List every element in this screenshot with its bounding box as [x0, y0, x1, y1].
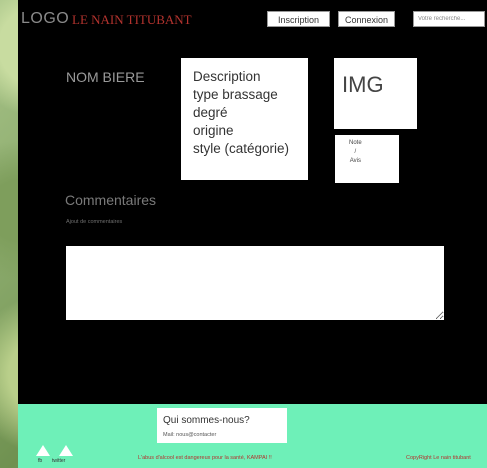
facebook-label[interactable]: fb [38, 458, 42, 464]
twitter-icon[interactable] [59, 445, 73, 456]
about-title: Qui sommes-nous? [163, 415, 250, 426]
search-input[interactable] [413, 11, 485, 27]
description-line: degré [193, 105, 228, 120]
connexion-button[interactable]: Connexion [338, 11, 395, 27]
beer-name: NOM BIERE [66, 69, 145, 85]
about-mail[interactable]: Mail: nous@contacter [163, 432, 216, 438]
note-text: Note / Avis [349, 139, 362, 166]
note-label: Note [349, 140, 362, 146]
about-box[interactable]: Qui sommes-nous? Mail: nous@contacter [157, 408, 287, 443]
description-line: type brassage [193, 87, 278, 102]
description-line: origine [193, 123, 234, 138]
note-separator: / [354, 149, 357, 155]
description-line: style (catégorie) [193, 141, 290, 156]
note-box[interactable]: Note / Avis [335, 135, 399, 183]
avis-label: Avis [349, 158, 361, 164]
facebook-icon[interactable] [36, 445, 50, 456]
brand-name[interactable]: LE NAIN TITUBANT [72, 12, 192, 28]
twitter-label[interactable]: twitter [52, 458, 65, 464]
image-label: IMG [342, 72, 384, 97]
description-box: Description type brassage degré origine … [181, 58, 308, 180]
comments-subtitle: Ajout de commentaires [66, 219, 123, 225]
comments-title: Commentaires [65, 192, 157, 208]
alcohol-warning: L'abus d'alcool est dangereux pour la sa… [138, 455, 272, 461]
inscription-button[interactable]: Inscription [267, 11, 330, 27]
comment-input[interactable] [66, 246, 444, 320]
logo[interactable]: LOGO [21, 10, 69, 28]
copyright: CopyRight Le nain titubant [406, 455, 471, 461]
description-line: Description [193, 69, 261, 84]
beer-image: IMG [334, 58, 417, 129]
